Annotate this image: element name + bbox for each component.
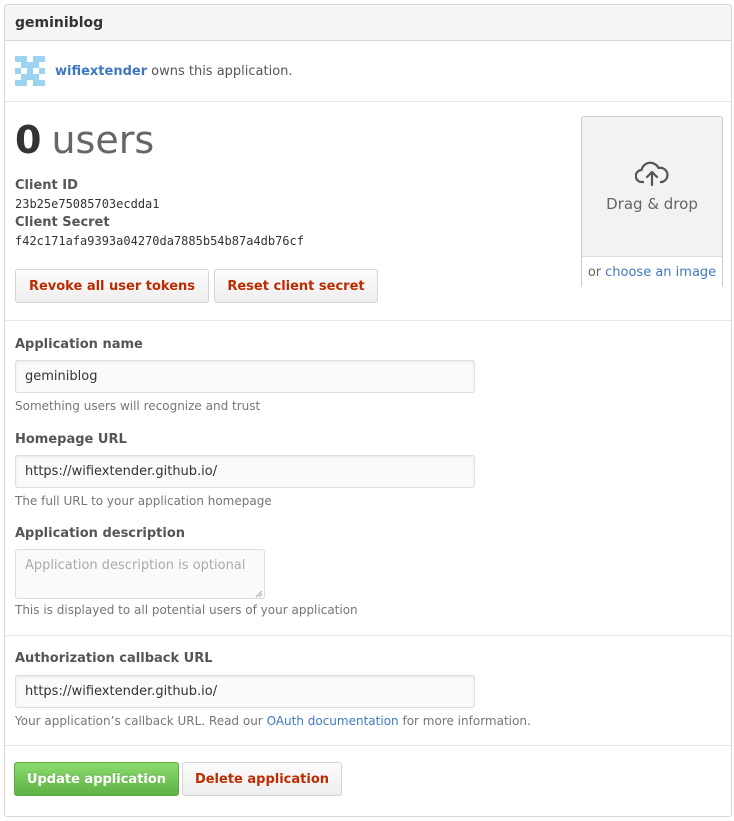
owner-suffix: owns this application. [151,63,293,79]
callback-url-input[interactable] [15,675,475,708]
revoke-tokens-button[interactable]: Revoke all user tokens [15,269,209,303]
homepage-note: The full URL to your application homepag… [15,494,272,508]
choose-image-link[interactable]: choose an image [605,265,716,280]
app-name-input[interactable] [15,360,475,393]
users-count-label: users [51,118,155,162]
client-secret-label: Client Secret [15,215,110,230]
description-label: Application description [15,526,186,541]
app-details-form: Application name Something users will re… [5,321,731,636]
dropzone-body[interactable]: Drag & drop [582,117,722,257]
image-dropzone[interactable]: Drag & drop or choose an image [581,116,723,288]
stats-section: 0 users Client ID 23b25e75085703ecdda1 Cl… [5,102,731,321]
description-note: This is displayed to all potential users… [15,603,358,617]
app-title: geminiblog [5,5,731,41]
app-name-note: Something users will recognize and trust [15,399,261,413]
callback-note: Your application’s callback URL. Read ou… [15,714,531,728]
delete-application-button[interactable]: Delete application [182,762,342,796]
client-secret-value: f42c171afa9393a04270da7885b54b87a4db76cf [15,234,304,248]
callback-section: Authorization callback URL Your applicat… [5,636,731,746]
owner-row: wifiextender owns this application. [5,41,731,102]
app-name-label: Application name [15,337,143,352]
description-textarea[interactable] [15,549,265,599]
cloud-upload-icon [634,161,669,191]
update-application-button[interactable]: Update application [14,762,179,796]
client-id-label: Client ID [15,178,78,193]
users-count-number: 0 [15,118,42,162]
homepage-url-input[interactable] [15,455,475,488]
application-panel: geminiblog wifiextender owns this applic… [4,4,732,817]
dropzone-text: Drag & drop [606,194,698,213]
dropzone-footer: or choose an image [582,257,722,288]
oauth-docs-link[interactable]: OAuth documentation [267,714,399,728]
callback-label: Authorization callback URL [15,651,213,666]
reset-secret-button[interactable]: Reset client secret [214,269,378,303]
users-count: 0 users [15,118,154,162]
avatar[interactable] [15,56,45,86]
dropzone-or: or [587,265,602,280]
callback-note-post: for more information. [402,714,531,728]
homepage-label: Homepage URL [15,432,127,447]
resize-grip-icon[interactable] [253,587,263,598]
owner-link[interactable]: wifiextender [55,64,147,79]
callback-note-pre: Your application’s callback URL. Read ou… [15,714,263,728]
client-id-value: 23b25e75085703ecdda1 [15,197,160,211]
form-actions: Update application Delete application [5,746,731,816]
